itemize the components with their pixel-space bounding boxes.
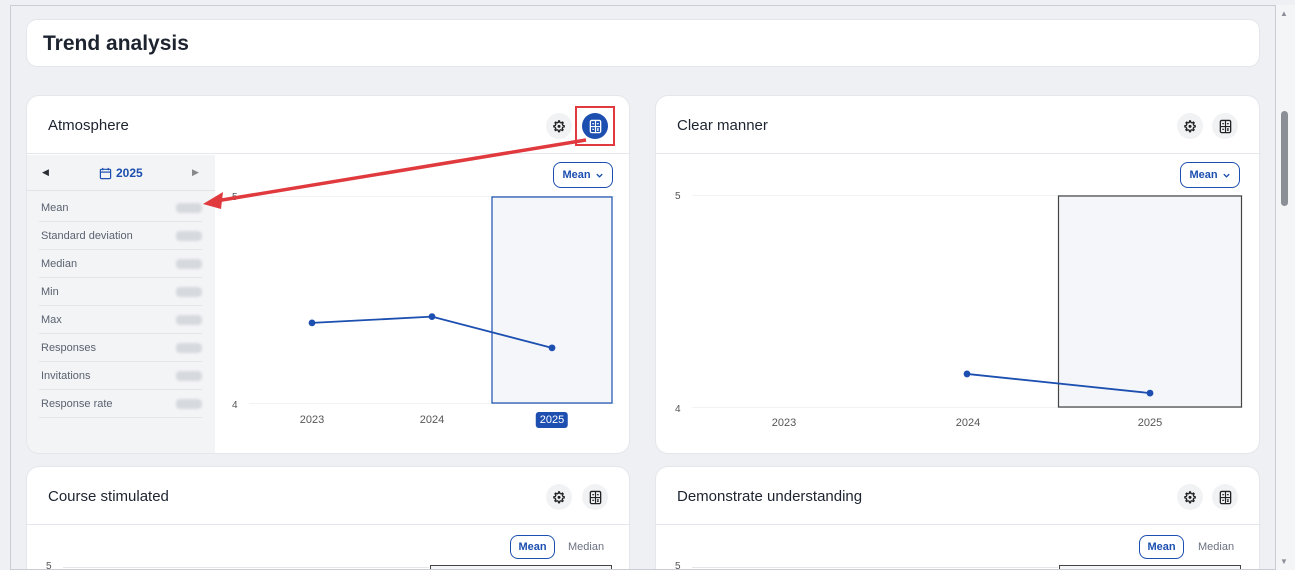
scroll-thumb[interactable]: [1281, 111, 1288, 206]
scroll-up-icon[interactable]: ▲: [1280, 9, 1288, 18]
page-frame: Trend analysis Atmosphere ◀ 2025 ▶ Mean: [10, 5, 1276, 570]
scroll-down-icon[interactable]: ▼: [1280, 557, 1288, 566]
annotation-arrow: [203, 138, 587, 209]
vertical-scrollbar[interactable]: ▲ ▼: [1276, 5, 1295, 570]
